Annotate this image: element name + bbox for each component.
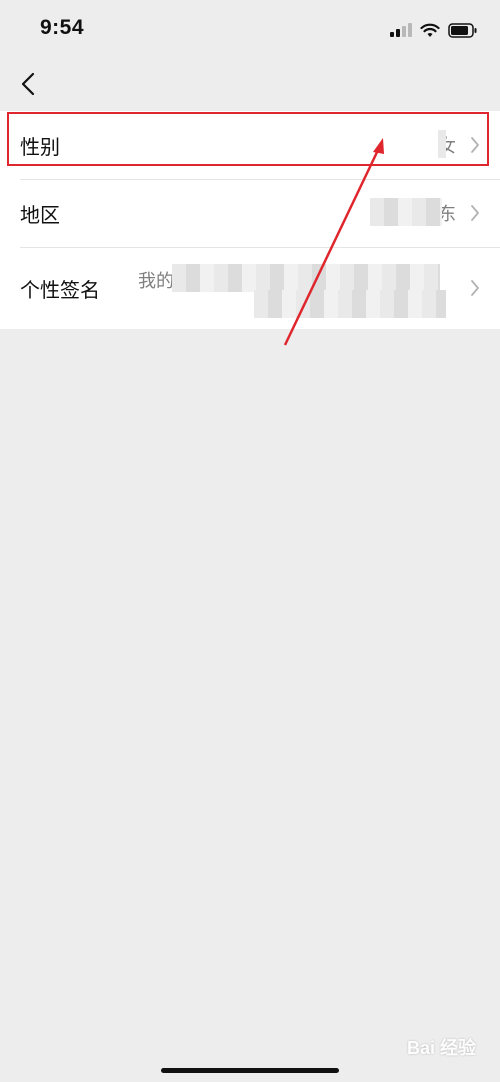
region-label: 地区: [20, 204, 60, 227]
wifi-icon: [420, 23, 440, 37]
battery-icon: [448, 22, 477, 38]
signature-label: 个性签名: [20, 279, 100, 302]
blurred-value: [254, 290, 446, 318]
signature-value: 我的: [138, 271, 174, 291]
signal-icon: [390, 23, 412, 37]
home-indicator[interactable]: [161, 1068, 339, 1073]
status-bar: 9:54: [0, 0, 500, 60]
watermark: Bai 经验: [406, 1038, 476, 1058]
annotation-highlight-box: [7, 112, 489, 166]
back-button[interactable]: [10, 64, 46, 104]
chevron-left-icon: [21, 72, 35, 96]
chevron-right-icon: [471, 280, 479, 296]
blurred-value: [172, 264, 440, 292]
chevron-right-icon: [471, 205, 479, 221]
status-time: 9:54: [40, 16, 85, 39]
status-icons: [390, 18, 478, 42]
blurred-value: [370, 198, 442, 226]
